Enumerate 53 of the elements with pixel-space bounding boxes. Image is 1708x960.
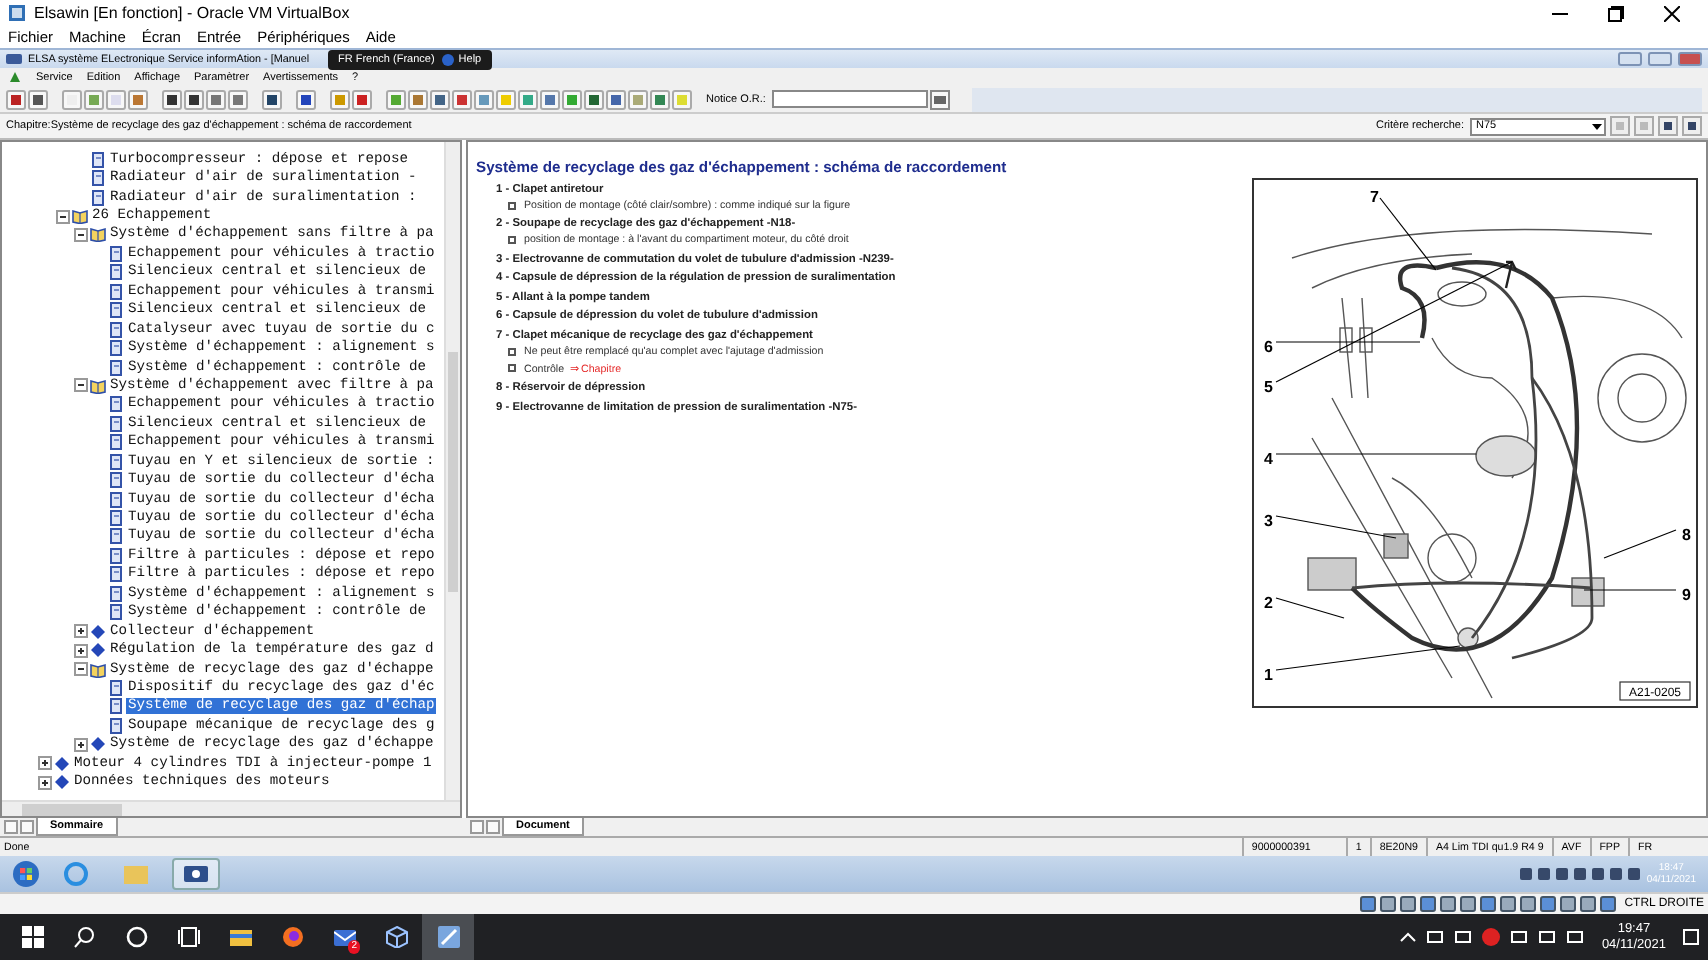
leader-line [1275, 597, 1345, 619]
window-title: Elsawin [En fonction] - Oracle VM VirtualBox [34, 4, 350, 22]
scroll-left-button[interactable] [470, 820, 484, 834]
callout-number: 3 [1264, 512, 1273, 530]
open-book-icon [90, 377, 106, 394]
circle-icon[interactable] [125, 926, 147, 948]
expand-icon[interactable] [74, 624, 88, 639]
callout-number: 8 [1682, 526, 1691, 544]
caret-up-icon[interactable] [1399, 932, 1416, 942]
restore-icon[interactable] [1608, 5, 1624, 21]
expand-icon[interactable] [38, 775, 52, 790]
expand-icon[interactable] [74, 737, 88, 752]
start-button[interactable] [12, 860, 40, 888]
cube-icon[interactable] [385, 926, 407, 948]
bullet-icon [508, 347, 516, 355]
scroll-right-button[interactable] [20, 820, 34, 834]
task-view-icon[interactable] [177, 926, 199, 948]
bullet-icon [508, 201, 516, 209]
mail-icon[interactable] [333, 926, 355, 948]
scrollbar[interactable] [444, 142, 460, 800]
expand-icon[interactable] [38, 756, 52, 771]
scroll-left-button[interactable] [4, 820, 18, 834]
help-icon[interactable] [442, 54, 455, 66]
collapse-icon[interactable] [74, 378, 88, 393]
diamond-icon [90, 736, 106, 753]
browser-icon[interactable] [281, 926, 303, 948]
callout-number: 9 [1682, 586, 1691, 604]
expand-icon[interactable] [74, 643, 88, 658]
app-icon[interactable] [437, 926, 459, 948]
windows-icon[interactable] [21, 926, 43, 948]
bullet-icon [508, 364, 516, 372]
callout-number: 7 [1370, 188, 1379, 206]
collapse-icon[interactable] [74, 662, 88, 677]
callout-number: 4 [1264, 450, 1273, 468]
callout-number: 6 [1264, 338, 1273, 356]
callout-number: 1 [1264, 666, 1273, 684]
callout-number: 2 [1264, 594, 1273, 612]
notice-field[interactable] [771, 90, 928, 108]
collapse-icon[interactable] [74, 227, 88, 242]
leader-line [1603, 529, 1677, 559]
close-icon[interactable] [1664, 5, 1680, 21]
app-icon [8, 4, 26, 22]
leader-line [1583, 589, 1677, 591]
scrollbar[interactable] [2, 800, 460, 816]
callout-number: 5 [1264, 378, 1273, 396]
leader-line [1275, 515, 1397, 539]
scroll-right-button[interactable] [486, 820, 500, 834]
open-book-icon [90, 661, 106, 678]
collapse-icon[interactable] [56, 209, 70, 224]
dropdown-caret-icon[interactable] [1592, 121, 1602, 131]
app-icon[interactable] [184, 864, 208, 884]
bullet-icon [508, 236, 516, 244]
app-icon [6, 52, 22, 66]
